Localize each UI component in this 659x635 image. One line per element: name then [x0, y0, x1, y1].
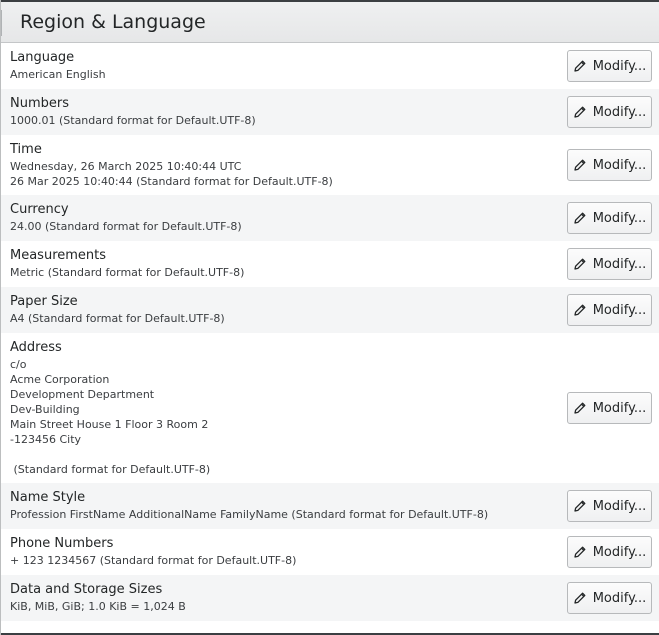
pencil-icon — [573, 158, 587, 172]
modify-button-currency[interactable]: Modify... — [567, 202, 652, 234]
region-language-window: Region & Language Language American Engli… — [0, 0, 659, 635]
setting-row-phone-numbers: Phone Numbers + 123 1234567 (Standard for… — [1, 529, 659, 575]
modify-button-label: Modify... — [592, 256, 647, 272]
settings-list: Language American English Modify... Numbers… — [1, 43, 659, 621]
setting-value: Wednesday, 26 March 2025 10:40:44 UTC — [10, 160, 242, 173]
pencil-icon — [573, 105, 587, 119]
modify-button-measurements[interactable]: Modify... — [567, 248, 652, 280]
setting-label: Address — [10, 340, 62, 355]
setting-row-paper-size: Paper Size A4 (Standard format for Defaul… — [1, 287, 659, 333]
setting-value: Acme Corporation — [10, 373, 110, 386]
pencil-icon — [573, 59, 587, 73]
modify-button-label: Modify... — [592, 104, 647, 120]
setting-label: Phone Numbers — [10, 536, 114, 551]
modify-button-label: Modify... — [592, 544, 647, 560]
modify-button-numbers[interactable]: Modify... — [567, 96, 652, 128]
setting-row-currency: Currency 24.00 (Standard format for Defau… — [1, 195, 659, 241]
setting-value: -123456 City — [10, 433, 82, 446]
setting-value: Dev-Building — [10, 403, 80, 416]
setting-row-numbers: Numbers 1000.01 (Standard format for Defa… — [1, 89, 659, 135]
page-header: Region & Language — [1, 0, 659, 43]
modify-button-label: Modify... — [592, 58, 647, 74]
setting-value: 26 Mar 2025 10:40:44 (Standard format fo… — [10, 175, 333, 188]
modify-button-name-style[interactable]: Modify... — [567, 490, 652, 522]
setting-row-data-and-storage-sizes: Data and Storage Sizes KiB, MiB, GiB; 1.0… — [1, 575, 659, 621]
setting-row-address: Address c/o Acme Corporation Development De… — [1, 333, 659, 483]
modify-button-paper-size[interactable]: Modify... — [567, 294, 652, 326]
setting-value: c/o — [10, 358, 27, 371]
setting-row-name-style: Name Style Profession FirstName Additiona… — [1, 483, 659, 529]
setting-row-time: Time Wednesday, 26 March 2025 10:40:44 UT… — [1, 135, 659, 195]
setting-label: Data and Storage Sizes — [10, 582, 163, 597]
pencil-icon — [573, 591, 587, 605]
modify-button-label: Modify... — [592, 590, 647, 606]
setting-label: Time — [10, 142, 42, 157]
setting-row-measurements: Measurements Metric (Standard format for … — [1, 241, 659, 287]
setting-label: Currency — [10, 202, 69, 217]
modify-button-label: Modify... — [592, 498, 647, 514]
pencil-icon — [573, 499, 587, 513]
header-divider — [1, 10, 2, 36]
setting-value: Development Department — [10, 388, 155, 401]
setting-value: KiB, MiB, GiB; 1.0 KiB = 1,024 B — [10, 600, 186, 613]
modify-button-time[interactable]: Modify... — [567, 149, 652, 181]
modify-button-address[interactable]: Modify... — [567, 392, 652, 424]
pencil-icon — [573, 257, 587, 271]
modify-button-label: Modify... — [592, 400, 647, 416]
modify-button-label: Modify... — [592, 157, 647, 173]
setting-value: 1000.01 (Standard format for Default.UTF… — [10, 114, 256, 127]
setting-value — [10, 447, 650, 462]
modify-button-data-and-storage-sizes[interactable]: Modify... — [567, 582, 652, 614]
pencil-icon — [573, 545, 587, 559]
setting-value: (Standard format for Default.UTF-8) — [10, 463, 211, 476]
modify-button-label: Modify... — [592, 302, 647, 318]
setting-row-language: Language American English Modify... — [1, 43, 659, 89]
pencil-icon — [573, 303, 587, 317]
setting-value: Profession FirstName AdditionalName Fami… — [10, 508, 489, 521]
modify-button-label: Modify... — [592, 210, 647, 226]
setting-value: Main Street House 1 Floor 3 Room 2 — [10, 418, 209, 431]
setting-value: A4 (Standard format for Default.UTF-8) — [10, 312, 225, 325]
setting-label: Paper Size — [10, 294, 78, 309]
setting-label: Name Style — [10, 490, 86, 505]
modify-button-phone-numbers[interactable]: Modify... — [567, 536, 652, 568]
setting-label: Language — [10, 50, 75, 65]
setting-value: + 123 1234567 (Standard format for Defau… — [10, 554, 297, 567]
setting-value: 24.00 (Standard format for Default.UTF-8… — [10, 220, 242, 233]
pencil-icon — [573, 401, 587, 415]
pencil-icon — [573, 211, 587, 225]
setting-value: American English — [10, 68, 106, 81]
setting-label: Numbers — [10, 96, 69, 111]
page-title: Region & Language — [20, 11, 206, 33]
modify-button-language[interactable]: Modify... — [567, 50, 652, 82]
setting-value: Metric (Standard format for Default.UTF-… — [10, 266, 245, 279]
setting-label: Measurements — [10, 248, 107, 263]
